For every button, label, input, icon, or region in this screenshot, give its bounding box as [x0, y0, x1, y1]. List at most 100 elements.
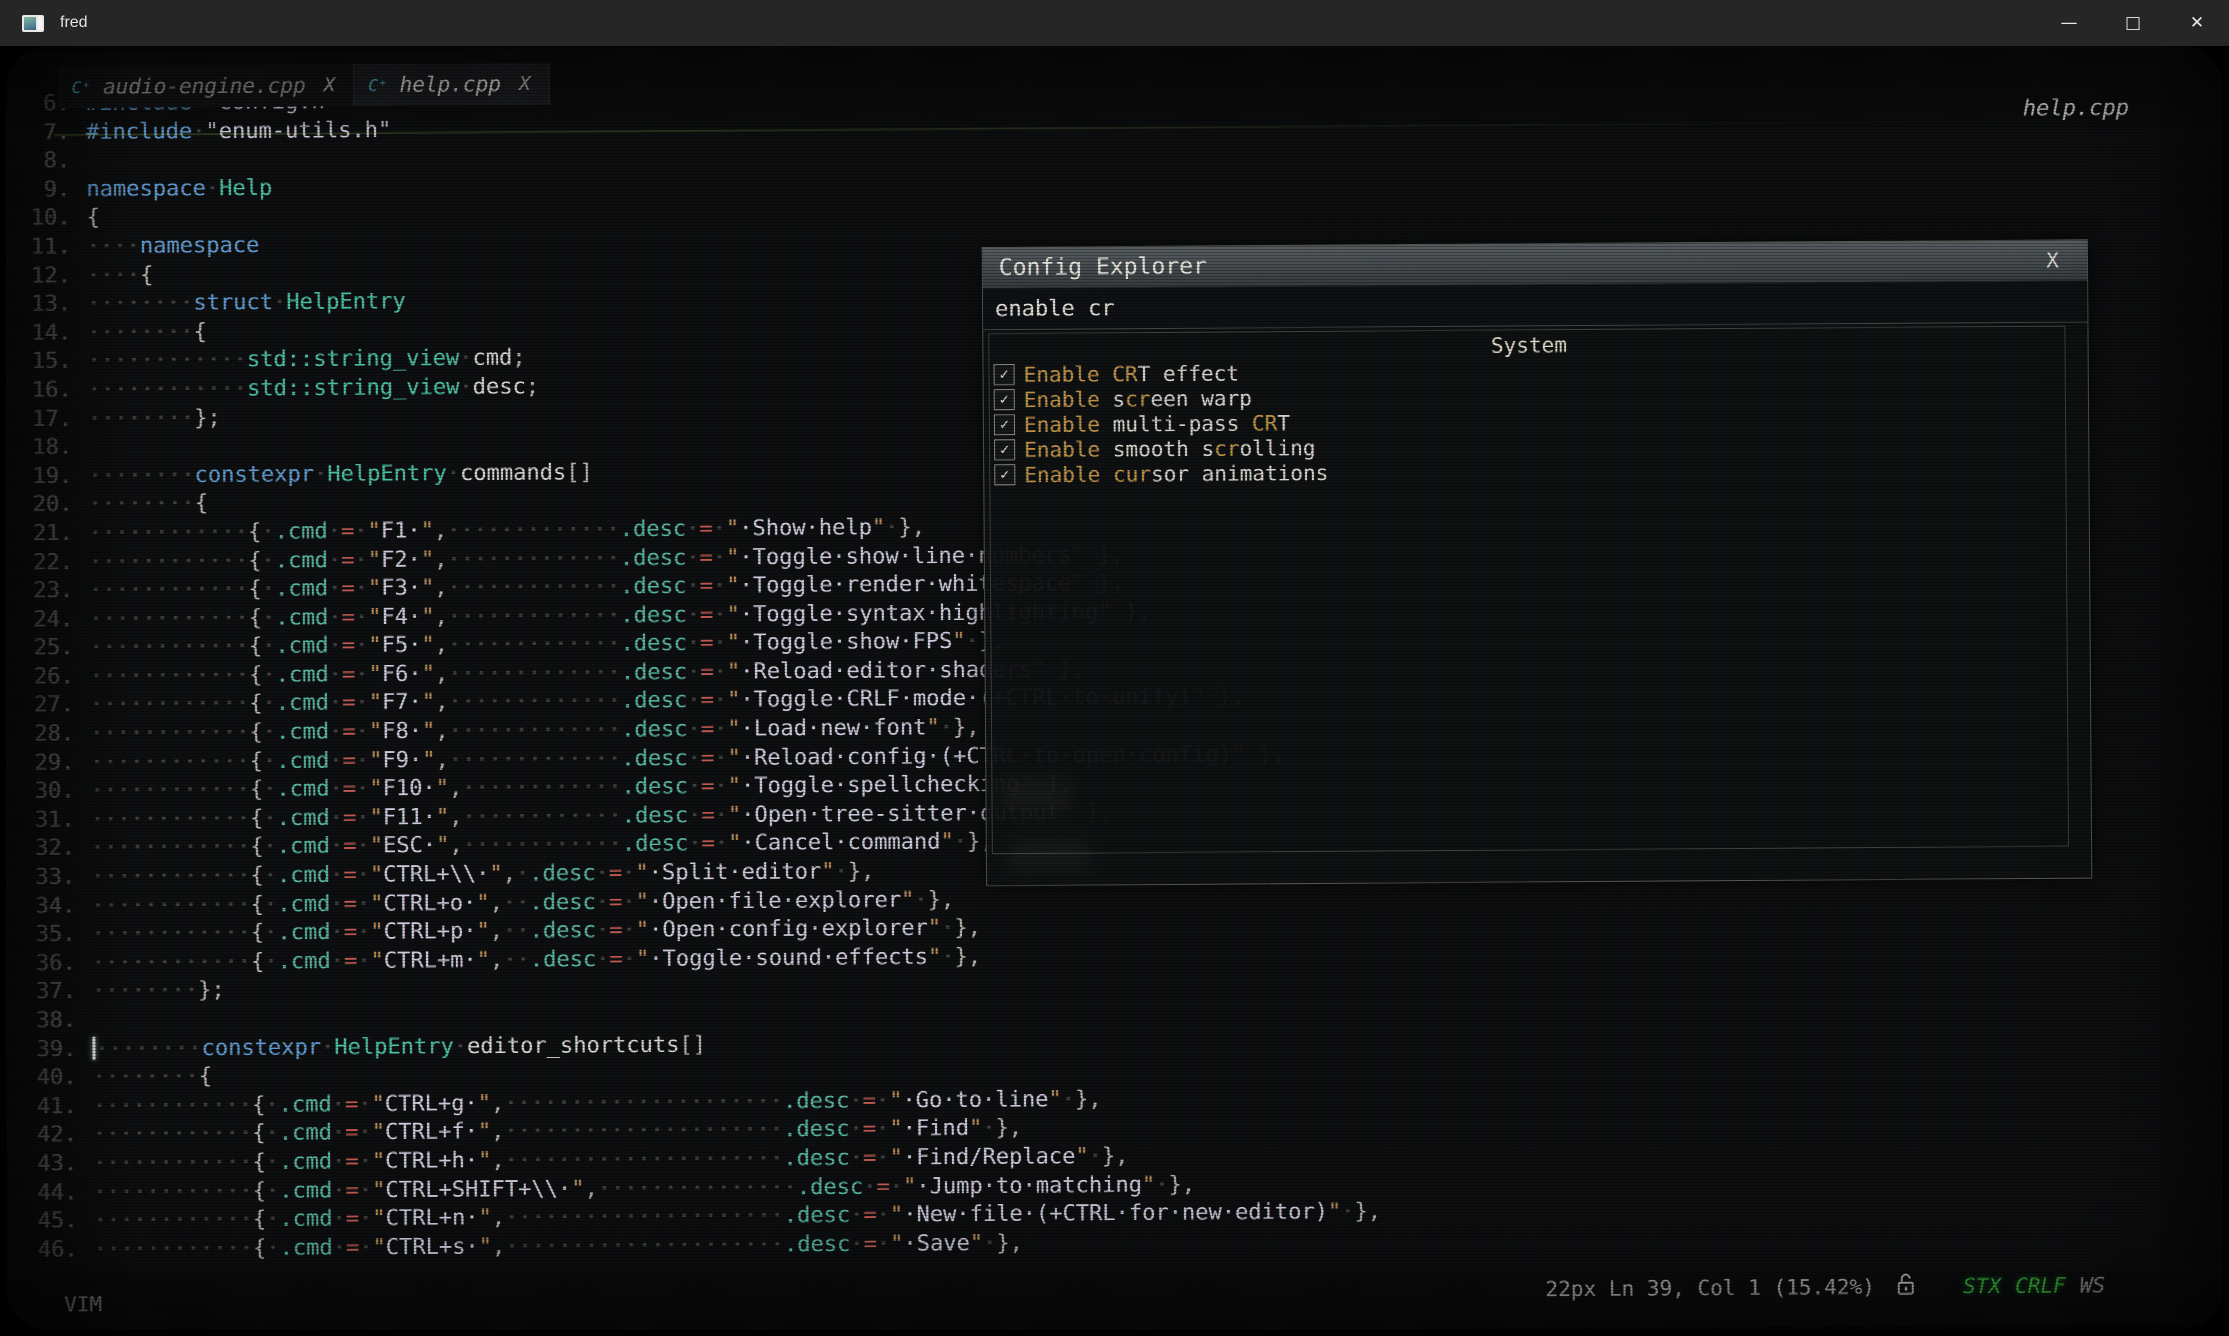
line-number: 46. — [8, 1236, 94, 1265]
line-number: 19. — [6, 462, 89, 491]
checkbox-icon[interactable]: ✓ — [994, 389, 1015, 410]
line-number: 20. — [6, 491, 89, 520]
window-controls: —□✕ — [2037, 0, 2229, 46]
crt-ghost-artifact — [1009, 841, 1089, 868]
config-option-label: Enable CRT effect — [1024, 361, 1240, 387]
tab-close-icon[interactable]: X — [519, 73, 531, 95]
line-number: 14. — [6, 319, 88, 348]
app-icon — [22, 15, 44, 32]
checkbox-icon[interactable]: ✓ — [994, 439, 1015, 460]
checkbox-icon[interactable]: ✓ — [994, 464, 1015, 485]
tab-label: help.cpp — [400, 72, 502, 97]
line-text: ········}; — [88, 404, 221, 434]
lock-icon — [1895, 1272, 1917, 1302]
line-number: 38. — [6, 1007, 92, 1036]
line-number: 26. — [6, 663, 90, 692]
cpp-icon: C⁺ — [368, 75, 387, 94]
line-text: ········constexpr·HelpEntry·editor_short… — [92, 1031, 706, 1064]
status-flag-stx: STX — [1963, 1274, 2001, 1298]
line-text: ········{ — [87, 318, 207, 347]
line-number: 37. — [6, 978, 92, 1007]
config-option-list: System ✓Enable CRT effect✓Enable screen … — [988, 326, 2069, 855]
line-number: 44. — [7, 1179, 93, 1208]
line-number: 16. — [6, 376, 88, 405]
line-number: 34. — [6, 892, 92, 921]
cursor-position-info: 22px Ln 39, Col 1 (15.42%) — [1545, 1275, 1875, 1301]
config-option-label: Enable cursor animations — [1024, 461, 1328, 487]
filename-overlay: help.cpp — [2023, 96, 2129, 122]
line-number: 12. — [6, 262, 87, 291]
tab-audio-engine.cpp[interactable]: C⁺ audio-engine.cpp X — [58, 64, 355, 108]
config-search-value: enable cr — [995, 296, 1115, 322]
line-number: 42. — [7, 1121, 93, 1150]
status-flag-crlf: CRLF — [2015, 1274, 2066, 1298]
popup-close-icon[interactable]: X — [2046, 248, 2071, 272]
app-window: { "window": { "title": "fred", "controls… — [0, 0, 2229, 1336]
window-titlebar: fred —□✕ — [0, 0, 2229, 46]
line-number: 7. — [6, 119, 86, 148]
line-text: ············{·.cmd·=·"CTRL+s·",·········… — [94, 1229, 1023, 1264]
crt-ghost-artifact — [1002, 782, 1068, 811]
line-number: 39. — [6, 1035, 92, 1064]
line-text: ········constexpr·HelpEntry·commands[] — [88, 459, 593, 491]
line-number: 10. — [6, 205, 87, 234]
popup-body: System ✓Enable CRT effect✓Enable screen … — [983, 321, 2091, 885]
line-number: 27. — [6, 692, 90, 721]
line-number: 32. — [6, 835, 91, 864]
config-explorer-popup: Config Explorer X enable cr System ✓Enab… — [982, 239, 2093, 886]
screen-content: C⁺audio-engine.cppXC⁺help.cppX help.cpp … — [6, 46, 2223, 1330]
line-text: #include·"enum-utils.h" — [86, 116, 391, 147]
maximize-button[interactable]: □ — [2101, 0, 2165, 46]
line-number: 43. — [7, 1150, 93, 1179]
line-text: ····{ — [87, 261, 154, 290]
line-number: 29. — [6, 749, 91, 778]
editor-screen: C⁺audio-engine.cppXC⁺help.cppX help.cpp … — [6, 46, 2223, 1330]
cpp-icon: C⁺ — [72, 77, 91, 96]
line-number: 23. — [6, 577, 89, 606]
status-right-cluster: 22px Ln 39, Col 1 (15.42%) STX CRLF WS — [1545, 1270, 2105, 1304]
checkbox-icon[interactable]: ✓ — [994, 414, 1015, 435]
line-number: 25. — [6, 634, 90, 663]
tab-label: audio-engine.cpp — [103, 73, 306, 98]
line-number: 28. — [6, 720, 90, 749]
window-title: fred — [60, 14, 88, 32]
line-text: ········{ — [93, 1063, 213, 1092]
tab-close-icon[interactable]: X — [324, 74, 336, 96]
vim-mode-indicator: VIM — [64, 1292, 102, 1316]
line-text: ····namespace — [87, 232, 260, 262]
status-bar: VIM 22px Ln 39, Col 1 (15.42%) STX CRLF WS — [8, 1267, 2223, 1330]
line-number: 17. — [6, 405, 88, 434]
checkbox-icon[interactable]: ✓ — [993, 364, 1014, 385]
line-number: 31. — [6, 806, 91, 835]
line-text: { — [87, 204, 100, 233]
config-option-label: Enable smooth scrolling — [1024, 436, 1316, 462]
line-number: 45. — [7, 1207, 93, 1236]
line-number: 9. — [6, 176, 87, 205]
tab-bar: C⁺ audio-engine.cpp X C⁺ help.cpp X — [58, 63, 550, 109]
line-number: 22. — [6, 548, 89, 577]
line-number: 35. — [6, 921, 92, 950]
line-number: 24. — [6, 606, 90, 635]
line-number: 41. — [7, 1093, 93, 1122]
line-text: ········}; — [92, 977, 225, 1007]
line-number: 33. — [6, 864, 91, 893]
tab-help.cpp[interactable]: C⁺ help.cpp X — [354, 63, 550, 106]
line-text: ············std::string_view·cmd; — [88, 345, 526, 377]
close-button[interactable]: ✕ — [2165, 0, 2229, 46]
status-flags: STX CRLF WS — [1963, 1273, 2105, 1298]
line-number: 36. — [6, 949, 92, 978]
config-option-label: Enable multi-pass CRT — [1024, 411, 1290, 437]
line-number: 15. — [6, 348, 88, 377]
line-text: ············std::string_view·desc; — [88, 373, 539, 405]
line-number: 40. — [6, 1064, 92, 1093]
line-number: 30. — [6, 778, 91, 807]
status-flag-ws: WS — [2080, 1273, 2106, 1297]
line-text: ········{ — [89, 490, 209, 519]
popup-title: Config Explorer — [999, 253, 1207, 281]
line-number: 8. — [6, 147, 86, 176]
line-number: 11. — [6, 233, 87, 262]
minimize-button[interactable]: — — [2037, 0, 2101, 46]
config-option-label: Enable screen warp — [1024, 386, 1252, 412]
line-number: 21. — [6, 520, 89, 549]
line-number: 18. — [6, 434, 88, 463]
